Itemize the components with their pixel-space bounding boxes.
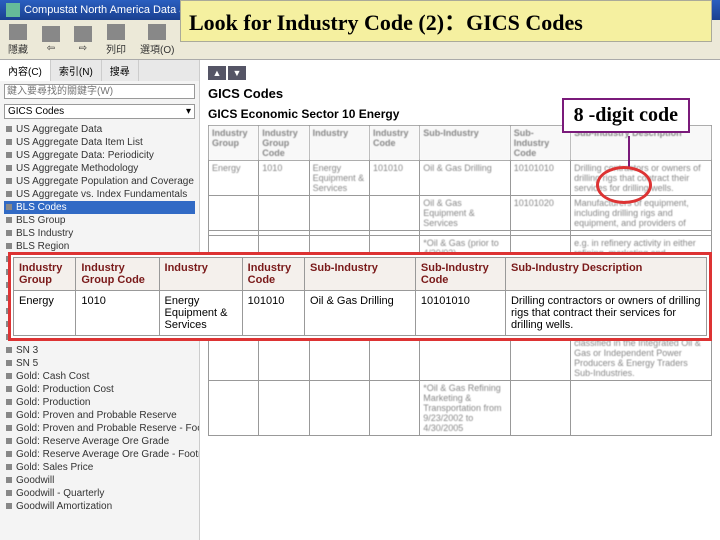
tree-item[interactable]: SN 5	[4, 357, 195, 370]
table-header: Industry Group Code	[76, 258, 159, 291]
toolbar-forward-button[interactable]: ⇨	[74, 26, 92, 54]
tab-search[interactable]: 搜尋	[102, 60, 139, 81]
tree-item[interactable]: US Aggregate Data: Periodicity	[4, 149, 195, 162]
table-cell: Energy	[209, 161, 259, 196]
instruction-banner: Look for Industry Code (2)：GICS Codes	[180, 0, 712, 42]
table-cell: 1010	[76, 291, 159, 336]
table-cell: 10101010	[510, 161, 570, 196]
table-cell	[259, 381, 309, 436]
nav-prev-button[interactable]: ▲	[208, 66, 226, 80]
tree-item[interactable]: Gold: Reserve Average Ore Grade	[4, 435, 195, 448]
tree-item[interactable]: BLS Industry	[4, 227, 195, 240]
table-cell	[309, 196, 369, 231]
gics-table-enlarged: Industry GroupIndustry Group CodeIndustr…	[13, 257, 707, 336]
table-cell: Energy Equipment & Services	[309, 161, 369, 196]
tree-item[interactable]: Gold: Cash Cost	[4, 370, 195, 383]
table-header: Industry Group	[14, 258, 76, 291]
toolbar-print-button[interactable]: 列印	[106, 24, 126, 56]
tree-item[interactable]: US Aggregate Data	[4, 123, 195, 136]
tree-item[interactable]: Goodwill - Quarterly	[4, 487, 195, 500]
toolbar-hide-button[interactable]: 隱藏	[8, 24, 28, 56]
table-cell	[510, 381, 570, 436]
tree-item[interactable]: Gold: Proven and Probable Reserve	[4, 409, 195, 422]
table-header: Industry Group Code	[259, 126, 309, 161]
tree-item[interactable]: Gold: Production Cost	[4, 383, 195, 396]
tree-item[interactable]: US Aggregate Data Item List	[4, 136, 195, 149]
table-cell: 10101010	[415, 291, 505, 336]
tree-item[interactable]: Goodwill	[4, 474, 195, 487]
tab-index[interactable]: 索引(N)	[51, 60, 102, 81]
tree-item[interactable]: Gold: Proven and Probable Reserve - Foot…	[4, 422, 195, 435]
table-header: Sub-Industry	[420, 126, 511, 161]
tree-item[interactable]: Goodwill Amortization	[4, 500, 195, 513]
table-cell: Manufacturers of equipment, including dr…	[571, 196, 712, 231]
enlarged-row-overlay: Industry GroupIndustry Group CodeIndustr…	[8, 252, 712, 341]
table-cell: Energy Equipment & Services	[159, 291, 242, 336]
table-cell	[309, 381, 369, 436]
tree-item[interactable]: BLS Codes	[4, 201, 195, 214]
topic-dropdown[interactable]: GICS Codes ▾	[4, 104, 195, 119]
table-cell: 101010	[242, 291, 304, 336]
table-cell	[369, 381, 419, 436]
table-header: Industry	[159, 258, 242, 291]
table-cell: *Oil & Gas Refining Marketing & Transpor…	[420, 381, 511, 436]
table-cell: Energy	[14, 291, 76, 336]
chevron-down-icon: ▾	[186, 106, 191, 117]
toolbar-options-button[interactable]: 選項(O)	[140, 24, 174, 56]
table-header: Industry Code	[369, 126, 419, 161]
table-header: Sub-Industry Description	[505, 258, 706, 291]
tree-item[interactable]: Gold: Reserve Average Ore Grade - Footno…	[4, 448, 195, 461]
toolbar-back-button[interactable]: ⇦	[42, 26, 60, 54]
table-cell	[259, 196, 309, 231]
table-header: Industry Group	[209, 126, 259, 161]
table-cell: 1010	[259, 161, 309, 196]
table-header: Industry Code	[242, 258, 304, 291]
tree-item[interactable]: US Aggregate Methodology	[4, 162, 195, 175]
tree-item[interactable]: Gold: Production	[4, 396, 195, 409]
table-cell	[369, 196, 419, 231]
table-cell: Oil & Gas Drilling	[420, 161, 511, 196]
tree-item[interactable]: SN 3	[4, 344, 195, 357]
sidebar-tabs: 內容(C) 索引(N) 搜尋	[0, 60, 199, 81]
table-cell	[209, 381, 259, 436]
tab-contents[interactable]: 內容(C)	[0, 60, 51, 81]
table-cell: Oil & Gas Equipment & Services	[420, 196, 511, 231]
search-input[interactable]	[4, 84, 195, 99]
tree-item[interactable]: BLS Group	[4, 214, 195, 227]
table-cell	[571, 381, 712, 436]
tree-item[interactable]: US Aggregate vs. Index Fundamentals	[4, 188, 195, 201]
table-header: Sub-Industry	[305, 258, 416, 291]
tree-item[interactable]: Gold: Sales Price	[4, 461, 195, 474]
callout-connector	[628, 136, 630, 168]
table-header: Industry	[309, 126, 369, 161]
tree-item[interactable]: US Aggregate Population and Coverage	[4, 175, 195, 188]
table-header: Sub-Industry Code	[415, 258, 505, 291]
nav-next-button[interactable]: ▼	[228, 66, 246, 80]
callout-label: 8 -digit code	[562, 98, 690, 133]
table-cell: Oil & Gas Drilling	[305, 291, 416, 336]
table-cell: Drilling contractors or owners of drilli…	[571, 161, 712, 196]
table-cell: Drilling contractors or owners of drilli…	[505, 291, 706, 336]
table-cell: 10101020	[510, 196, 570, 231]
table-cell: 101010	[369, 161, 419, 196]
app-icon	[6, 3, 20, 17]
table-cell	[209, 196, 259, 231]
